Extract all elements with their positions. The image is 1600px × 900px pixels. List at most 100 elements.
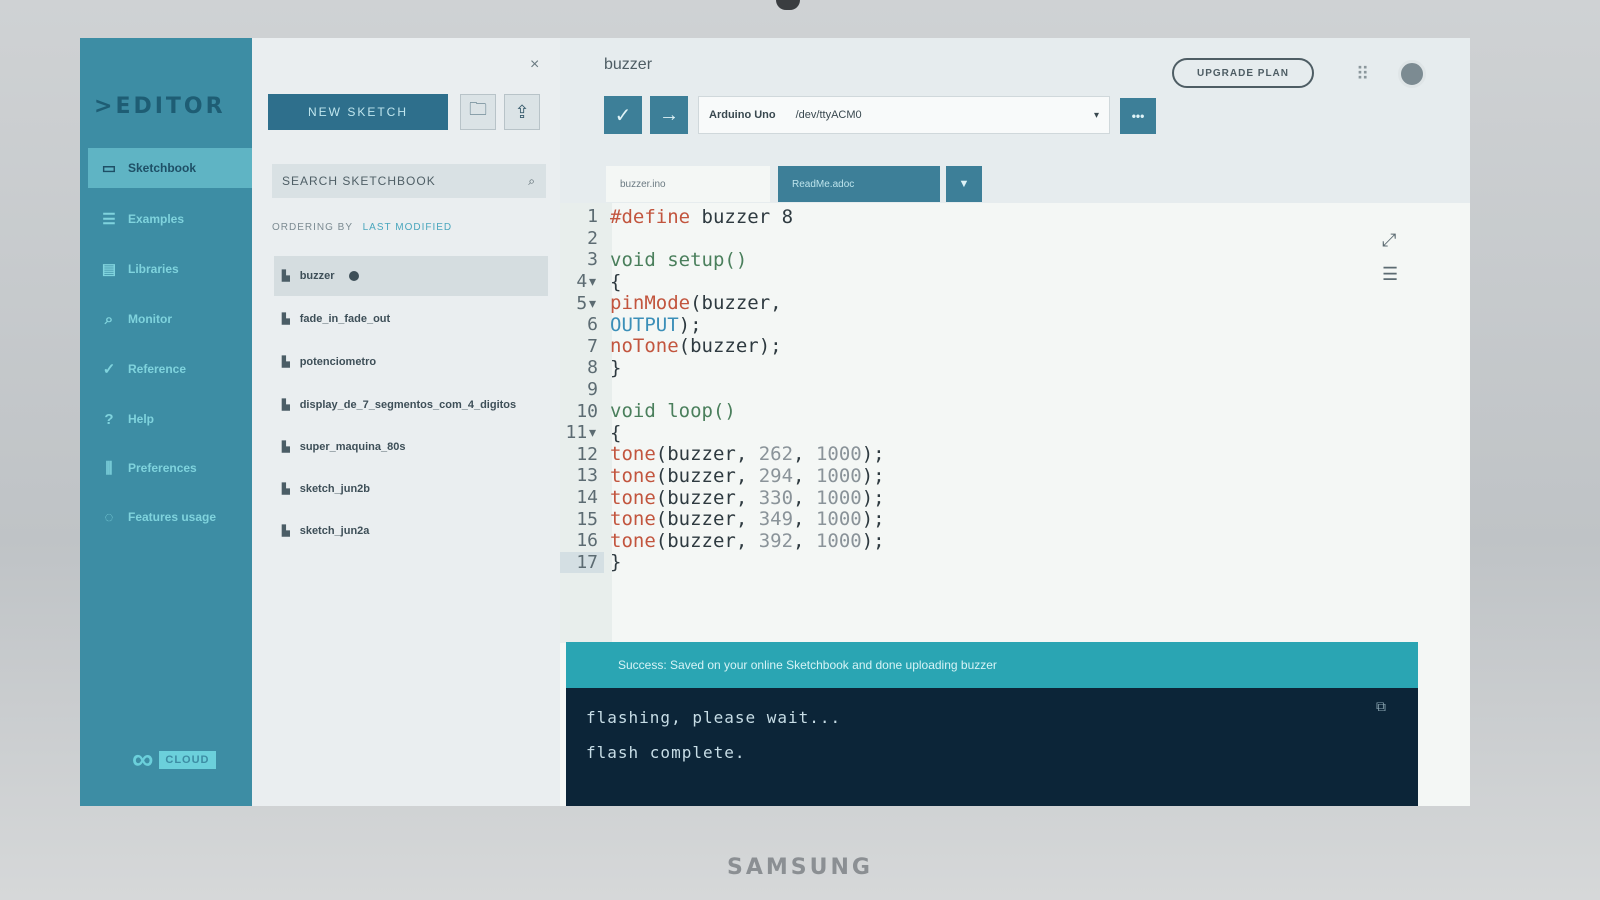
port-name: /dev/ttyACM0 [795, 109, 862, 121]
search-input[interactable]: SEARCH SKETCHBOOK ⌕ [272, 164, 546, 198]
nav-label: Examples [128, 212, 185, 226]
more-options-button[interactable]: ••• [1120, 98, 1156, 134]
sketch-title: buzzer [604, 56, 653, 73]
tab-readme[interactable]: ReadMe.adoc [778, 166, 940, 202]
cloud-badge: CLOUD [159, 751, 216, 769]
nav-examples[interactable]: ☰ Examples [88, 199, 252, 239]
ordering-control: ORDERING BY LAST MODIFIED [272, 222, 452, 233]
file-icon: ▙ [282, 356, 290, 368]
tabs-menu-button[interactable]: ▼ [946, 166, 982, 202]
ordering-label: ORDERING BY [272, 222, 353, 233]
verify-button[interactable]: ✓ [604, 96, 642, 134]
nav-help[interactable]: ? Help [88, 399, 252, 439]
tab-label: buzzer.ino [620, 178, 666, 190]
upload-button[interactable]: → [650, 96, 688, 134]
code-line: 1 #define buzzer 8 [587, 205, 794, 228]
code-line: 4▾{ [576, 270, 622, 293]
code-line: 17} [560, 551, 1420, 573]
sketch-item[interactable]: ▙ sketch_jun2a [274, 511, 548, 551]
status-bar: Success: Saved on your online Sketchbook… [566, 642, 1418, 688]
folder-icon: ▭ [101, 160, 117, 177]
arrow-right-icon: → [659, 103, 679, 126]
nav-label: Features usage [128, 510, 217, 524]
screen: >EDITOR ▭ Sketchbook ☰ Examples ▤ Librar… [80, 38, 1470, 806]
sketch-item[interactable]: ▙ fade_in_fade_out [274, 299, 548, 339]
apps-grid-icon[interactable]: ⠿ [1356, 64, 1369, 85]
code-line: 7 noTone(buzzer); [587, 335, 782, 358]
nav-label: Libraries [128, 262, 179, 276]
file-icon: ▙ [282, 525, 290, 537]
nav-libraries[interactable]: ▤ Libraries [88, 249, 252, 289]
indent-icon[interactable]: ☰ [1382, 264, 1398, 285]
file-icon: ▙ [282, 399, 290, 411]
sketch-item[interactable]: ▙ display_de_7_segmentos_com_4_digitos [274, 385, 548, 425]
new-folder-icon: 🗀 [469, 99, 487, 119]
books-icon: ▤ [101, 261, 117, 278]
console-line: flash complete. [586, 743, 746, 762]
left-nav: >EDITOR ▭ Sketchbook ☰ Examples ▤ Librar… [80, 38, 252, 806]
avatar[interactable] [1398, 60, 1426, 88]
nav-label: Preferences [128, 461, 197, 475]
nav-preferences[interactable]: ⫼ Preferences [88, 448, 252, 488]
check-icon: ✓ [614, 104, 632, 127]
nav-label: Monitor [128, 312, 172, 326]
editor-main: buzzer UPGRADE PLAN ⠿ ✓ → Arduino Uno /d… [560, 38, 1470, 806]
sketch-name: display_de_7_segmentos_com_4_digitos [299, 399, 517, 411]
cycle-icon: ◌ [104, 508, 114, 526]
copy-icon[interactable]: ⧉ [1376, 698, 1386, 715]
console-output: flashing, please wait... flash complete. [566, 688, 1418, 806]
code-line: 2 [587, 227, 598, 249]
camera [776, 0, 800, 10]
laptop-brand: SAMSUNG [727, 855, 873, 880]
help-icon: ? [104, 410, 114, 428]
tab-label: ReadMe.adoc [792, 178, 855, 190]
nav-reference[interactable]: ✓ Reference [88, 349, 252, 389]
code-line: 8} [587, 356, 622, 379]
chevron-down-icon: ▾ [1093, 109, 1099, 121]
tab-buzzer-ino[interactable]: buzzer.ino [606, 166, 770, 202]
sketch-item[interactable]: ▙ potenciometro [274, 342, 548, 382]
sliders-icon: ⫼ [105, 459, 113, 477]
list-icon: ☰ [102, 211, 116, 228]
nav-label: Help [128, 412, 155, 426]
sketch-name: fade_in_fade_out [299, 313, 391, 325]
nav-sketchbook[interactable]: ▭ Sketchbook [88, 148, 252, 188]
console-line: flashing, please wait... [586, 708, 842, 727]
code-line: 15 tone(buzzer, 349, 1000); [576, 508, 885, 531]
nav-features-usage[interactable]: ◌ Features usage [88, 497, 252, 537]
upgrade-plan-button[interactable]: UPGRADE PLAN [1172, 58, 1314, 88]
board-selector[interactable]: Arduino Uno /dev/ttyACM0 ▾ [698, 96, 1110, 134]
editor-toolbar: buzzer UPGRADE PLAN ⠿ ✓ → Arduino Uno /d… [560, 38, 1470, 203]
file-icon: ▙ [282, 313, 290, 325]
sketch-name: super_maquina_80s [299, 441, 406, 453]
infinity-icon: ∞ [132, 743, 154, 776]
check-circle-icon: ✓ [102, 361, 116, 378]
code-line: 10 void loop() [576, 400, 736, 423]
sketch-item[interactable]: ▙ sketch_jun2b [274, 469, 548, 509]
ordering-value[interactable]: LAST MODIFIED [363, 222, 453, 233]
sketch-item[interactable]: ▙ buzzer [274, 256, 548, 296]
sketch-name: potenciometro [299, 356, 377, 368]
triangle-down-icon: ▼ [958, 178, 970, 190]
search-placeholder: SEARCH SKETCHBOOK [282, 174, 436, 188]
new-folder-button[interactable]: 🗀 [460, 94, 496, 130]
new-sketch-button[interactable]: NEW SKETCH [268, 94, 448, 130]
code-line: 11▾{ [565, 421, 622, 444]
code-line: 16 tone(buzzer, 392, 1000); [576, 529, 885, 552]
expand-icon[interactable]: ⤢ [1382, 230, 1396, 251]
nav-label: Reference [128, 362, 187, 376]
code-line: 6 OUTPUT); [587, 313, 702, 336]
close-icon[interactable]: × [530, 56, 539, 74]
nav-monitor[interactable]: ⌕ Monitor [88, 299, 252, 339]
import-button[interactable]: ⇪ [504, 94, 540, 130]
nav-label: Sketchbook [128, 161, 197, 175]
code-line: 5▾ pinMode(buzzer, [576, 292, 782, 315]
search-icon: ⌕ [528, 173, 536, 188]
search-icon: ⌕ [104, 310, 114, 328]
board-name: Arduino Uno [709, 109, 776, 121]
code-editor[interactable]: 1 #define buzzer 8 2 3 void setup() 4▾{ 5▾… [560, 206, 1420, 573]
sketch-name: sketch_jun2b [299, 483, 371, 495]
sketch-item[interactable]: ▙ super_maquina_80s [274, 427, 548, 467]
code-line: 9 [587, 379, 598, 401]
code-line: 12 tone(buzzer, 262, 1000); [576, 443, 885, 466]
